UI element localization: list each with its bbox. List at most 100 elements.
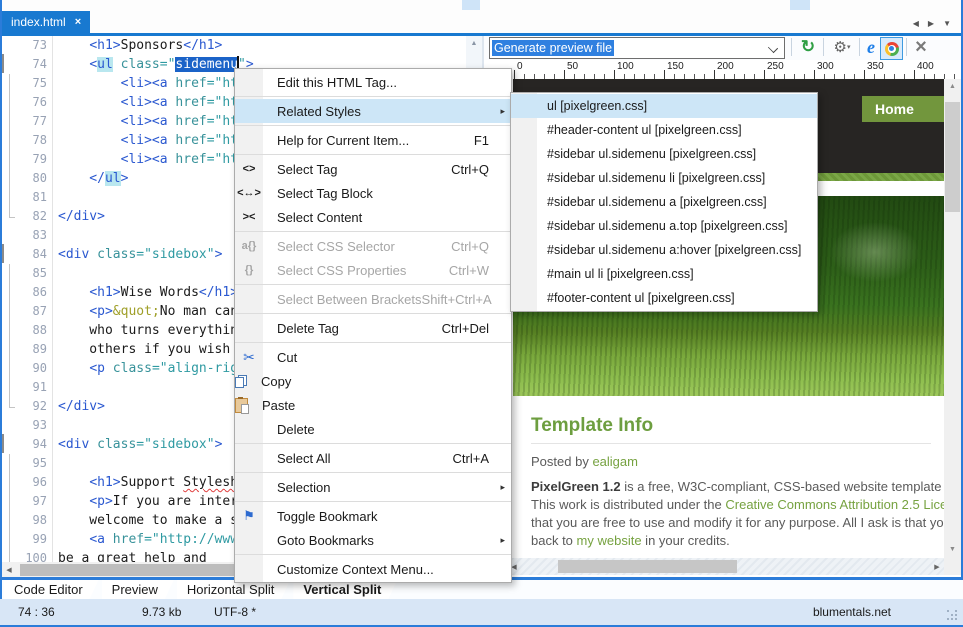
menu-item-select-content[interactable]: ><Select Content bbox=[235, 205, 511, 229]
code-line-text: <p class="align-rig bbox=[53, 359, 238, 378]
menu-item-help-for-current-item[interactable]: Help for Current Item...F1 bbox=[235, 128, 511, 152]
view-tab-preview[interactable]: Preview bbox=[102, 580, 174, 599]
menu-item-select-tag[interactable]: <>Select TagCtrl+Q bbox=[235, 157, 511, 181]
code-line-text: <div class="sidebox"> bbox=[53, 245, 222, 264]
line-number: 84 bbox=[17, 245, 53, 264]
fold-guide-end bbox=[9, 207, 15, 218]
fold-gutter bbox=[2, 397, 17, 416]
menu-item-customize-context-menu[interactable]: Customize Context Menu... bbox=[235, 557, 511, 581]
ruler-label: 0 bbox=[517, 61, 523, 72]
fold-toggle-icon[interactable] bbox=[2, 54, 4, 73]
submenu-item-ul-pixelgreen-css[interactable]: ul [pixelgreen.css] bbox=[511, 94, 817, 118]
ruler-major-tick bbox=[764, 70, 765, 79]
menu-item-select-tag-block[interactable]: <↔>Select Tag Block bbox=[235, 181, 511, 205]
context-menu: Edit this HTML Tag... Related Styles▸ Help… bbox=[234, 68, 512, 583]
site-link[interactable]: my website bbox=[577, 533, 642, 548]
menu-item-paste[interactable]: Paste bbox=[235, 393, 511, 417]
menu-item-select-between-brackets[interactable]: Select Between BracketsShift+Ctrl+A bbox=[235, 287, 511, 311]
scroll-down-icon[interactable]: ▼ bbox=[944, 542, 961, 558]
menu-item-select-css-selector[interactable]: a{}Select CSS SelectorCtrl+Q bbox=[235, 234, 511, 258]
fold-guide bbox=[9, 93, 10, 112]
close-preview-button[interactable]: × bbox=[911, 36, 931, 58]
preview-mode-combobox[interactable]: Generate preview file bbox=[489, 37, 785, 59]
ruler-label: 250 bbox=[767, 61, 784, 72]
toolbar-separator bbox=[906, 38, 907, 56]
scroll-up-icon[interactable]: ▲ bbox=[466, 36, 482, 51]
internet-explorer-icon: e bbox=[867, 37, 875, 58]
menu-item-shortcut: Ctrl+Q bbox=[451, 239, 511, 254]
refresh-button[interactable]: ↻ bbox=[797, 36, 819, 58]
menu-item-delete[interactable]: Delete bbox=[235, 417, 511, 441]
site-link[interactable]: ealigam bbox=[592, 454, 638, 469]
line-number: 75 bbox=[17, 74, 53, 93]
tab-index-html[interactable]: index.html × bbox=[2, 11, 90, 33]
submenu-item-header-content-ul-pixelgreen-css[interactable]: #header-content ul [pixelgreen.css] bbox=[511, 118, 817, 142]
menu-item-delete-tag[interactable]: Delete TagCtrl+Del bbox=[235, 316, 511, 340]
fold-gutter bbox=[2, 378, 17, 397]
ruler-label: 150 bbox=[667, 61, 684, 72]
chevron-down-icon[interactable] bbox=[768, 43, 778, 53]
submenu-item-main-ul-li-pixelgreen-css[interactable]: #main ul li [pixelgreen.css] bbox=[511, 262, 817, 286]
code-line-text: </div> bbox=[53, 397, 105, 416]
toolbar-separator bbox=[859, 38, 860, 56]
fold-toggle-icon[interactable] bbox=[2, 244, 4, 263]
preview-vertical-scrollbar[interactable]: ▲ ▼ bbox=[944, 79, 961, 558]
menu-item-label: Paste bbox=[248, 398, 511, 413]
menu-item-selection[interactable]: Selection▸ bbox=[235, 475, 511, 499]
tab-scroll-left-icon[interactable]: ◀ bbox=[913, 19, 919, 28]
tab-scroll-right-icon[interactable]: ▶ bbox=[928, 19, 934, 28]
gear-icon: ⚙ bbox=[834, 38, 847, 56]
submenu-item-sidebar-ul-sidemenu-a-hover-pixelgreen-css[interactable]: #sidebar ul.sidemenu a:hover [pixelgreen… bbox=[511, 238, 817, 262]
code-line-text: <h1>Sponsors</h1> bbox=[53, 36, 222, 55]
ruler-major-tick bbox=[814, 70, 815, 79]
scroll-right-icon[interactable]: ▶ bbox=[930, 563, 944, 571]
tab-list-dropdown-icon[interactable]: ▼ bbox=[943, 19, 951, 28]
menu-item-select-css-properties[interactable]: {}Select CSS PropertiesCtrl+W bbox=[235, 258, 511, 282]
preview-in-ie-button[interactable]: e bbox=[863, 36, 879, 58]
menu-item-label: Related Styles bbox=[263, 104, 511, 119]
menu-item-cut[interactable]: ✂Cut bbox=[235, 345, 511, 369]
menu-item-select-all[interactable]: Select AllCtrl+A bbox=[235, 446, 511, 470]
code-line-text: </div> bbox=[53, 207, 105, 226]
menu-item-related-styles[interactable]: Related Styles▸ bbox=[235, 99, 511, 123]
submenu-item-sidebar-ul-sidemenu-pixelgreen-css[interactable]: #sidebar ul.sidemenu [pixelgreen.css] bbox=[511, 142, 817, 166]
preview-settings-button[interactable]: ⚙ ▾ bbox=[829, 36, 855, 58]
scrollbar-thumb[interactable] bbox=[945, 102, 960, 212]
fold-gutter bbox=[2, 340, 17, 359]
fold-toggle-icon[interactable] bbox=[2, 434, 4, 453]
submenu-item-footer-content-ul-pixelgreen-css[interactable]: #footer-content ul [pixelgreen.css] bbox=[511, 286, 817, 310]
menu-item-goto-bookmarks[interactable]: Goto Bookmarks▸ bbox=[235, 528, 511, 552]
resize-grip[interactable] bbox=[947, 610, 957, 620]
code-line-text: welcome to make a sm bbox=[53, 511, 246, 530]
preview-horizontal-scrollbar[interactable]: ◀ ▶ bbox=[507, 558, 944, 575]
code-line-text bbox=[53, 378, 58, 397]
template-text-line: back to my website in your credits. bbox=[531, 532, 944, 550]
fold-gutter bbox=[2, 226, 17, 245]
menu-item-edit-this-html-tag[interactable]: Edit this HTML Tag... bbox=[235, 70, 511, 94]
line-number: 88 bbox=[17, 321, 53, 340]
menu-item-label: Goto Bookmarks bbox=[263, 533, 511, 548]
site-nav-home[interactable]: Home bbox=[862, 96, 944, 122]
posted-by-line: Posted by ealigam bbox=[531, 454, 944, 469]
submenu-item-sidebar-ul-sidemenu-li-pixelgreen-css[interactable]: #sidebar ul.sidemenu li [pixelgreen.css] bbox=[511, 166, 817, 190]
ruler-major-tick bbox=[564, 70, 565, 79]
view-tab-code-editor[interactable]: Code Editor bbox=[4, 580, 99, 599]
scroll-up-icon[interactable]: ▲ bbox=[944, 79, 961, 95]
menu-item-copy[interactable]: Copy bbox=[235, 369, 511, 393]
preview-in-chrome-button[interactable] bbox=[880, 37, 903, 60]
submenu-item-sidebar-ul-sidemenu-a-top-pixelgreen-css[interactable]: #sidebar ul.sidemenu a.top [pixelgreen.c… bbox=[511, 214, 817, 238]
ruler-major-tick bbox=[664, 70, 665, 79]
fold-gutter bbox=[2, 511, 17, 530]
tab-close-icon[interactable]: × bbox=[75, 16, 81, 28]
code-line[interactable]: 73 <h1>Sponsors</h1> bbox=[2, 36, 466, 55]
submenu-arrow-icon: ▸ bbox=[500, 106, 505, 117]
menu-item-toggle-bookmark[interactable]: ⚑Toggle Bookmark bbox=[235, 504, 511, 528]
scrollbar-thumb[interactable] bbox=[558, 560, 737, 573]
tab-label: index.html bbox=[11, 15, 66, 29]
scroll-left-icon[interactable]: ◀ bbox=[2, 566, 16, 574]
site-link[interactable]: Creative Commons Attribution 2.5 License… bbox=[725, 497, 944, 512]
line-number: 79 bbox=[17, 150, 53, 169]
ruler-label: 300 bbox=[817, 61, 834, 72]
submenu-item-sidebar-ul-sidemenu-a-pixelgreen-css[interactable]: #sidebar ul.sidemenu a [pixelgreen.css] bbox=[511, 190, 817, 214]
fold-guide bbox=[9, 131, 10, 150]
